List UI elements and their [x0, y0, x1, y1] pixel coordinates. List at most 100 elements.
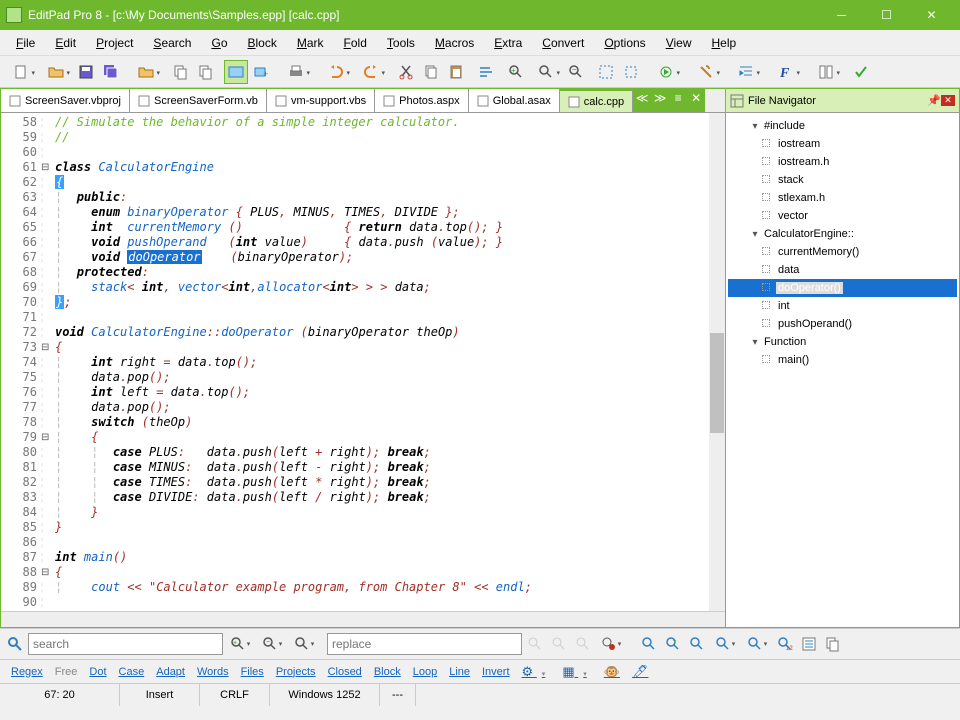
search-input[interactable]	[28, 633, 223, 655]
opt-adapt[interactable]: Adapt	[151, 664, 190, 680]
tree-item-iostream-h[interactable]: iostream.h	[728, 153, 957, 171]
undo-button[interactable]	[319, 60, 353, 84]
code-content[interactable]: // Simulate the behavior of a simple int…	[51, 113, 725, 611]
opt-regex[interactable]: Regex	[6, 664, 48, 680]
opt-invert[interactable]: Invert	[477, 664, 515, 680]
tab-screensaverform-vb[interactable]: ScreenSaverForm.vb	[130, 89, 267, 112]
open-project-button[interactable]	[129, 60, 163, 84]
tree-item-stlexam-h[interactable]: stlexam.h	[728, 189, 957, 207]
select-all-button[interactable]	[594, 60, 618, 84]
tree-item-pushoperand-[interactable]: pushOperand()	[728, 315, 957, 333]
print-button[interactable]	[279, 60, 313, 84]
tab-photos-aspx[interactable]: Photos.aspx	[375, 89, 469, 112]
search-icon[interactable]	[4, 633, 26, 655]
run-button[interactable]	[649, 60, 683, 84]
opt-words[interactable]: Words	[192, 664, 234, 680]
find-prev-button[interactable]: −	[257, 633, 287, 655]
minimize-button[interactable]: ─	[819, 1, 864, 29]
menu-edit[interactable]: Edit	[45, 33, 86, 53]
check-button[interactable]	[849, 60, 873, 84]
replace-prev-button[interactable]	[548, 633, 570, 655]
font-button[interactable]: F	[769, 60, 803, 84]
code-editor[interactable]: 5859606162636465666768697071727374757677…	[1, 113, 725, 611]
tree-item-main-[interactable]: main()	[728, 351, 957, 369]
tree-item-calculatorengine-[interactable]: ▾CalculatorEngine::	[728, 225, 957, 243]
find-next-button[interactable]: +	[225, 633, 255, 655]
menu-view[interactable]: View	[656, 33, 702, 53]
opt-line[interactable]: Line	[444, 664, 475, 680]
options-pen-icon[interactable]: 🖊	[627, 662, 654, 682]
opt-projects[interactable]: Projects	[271, 664, 321, 680]
tab-prev[interactable]: ≪	[633, 91, 651, 111]
new-tab-button[interactable]: +	[249, 60, 273, 84]
cut-button[interactable]	[394, 60, 418, 84]
menu-tools[interactable]: Tools	[377, 33, 425, 53]
highlight-button[interactable]	[638, 633, 660, 655]
open-file-button[interactable]	[39, 60, 73, 84]
vertical-scrollbar[interactable]	[709, 113, 725, 611]
replace-stop-button[interactable]	[596, 633, 626, 655]
indent-button[interactable]	[729, 60, 763, 84]
tree-item-vector[interactable]: vector	[728, 207, 957, 225]
tab-vm-support-vbs[interactable]: vm-support.vbs	[267, 89, 375, 112]
find-all-button[interactable]	[289, 633, 319, 655]
menu-block[interactable]: Block	[238, 33, 287, 53]
select-rect-button[interactable]	[619, 60, 643, 84]
tree-item-data[interactable]: data	[728, 261, 957, 279]
menu-search[interactable]: Search	[143, 33, 201, 53]
menu-project[interactable]: Project	[86, 33, 143, 53]
opt-loop[interactable]: Loop	[408, 664, 442, 680]
options-grid-icon[interactable]: ▦ ▾	[557, 662, 596, 682]
replace-input[interactable]	[327, 633, 522, 655]
copy-clip-button[interactable]	[419, 60, 443, 84]
tree-item-currentmemory-[interactable]: currentMemory()	[728, 243, 957, 261]
tree-item-stack[interactable]: stack	[728, 171, 957, 189]
tab-next[interactable]: ≫	[651, 91, 669, 111]
count-button[interactable]: +	[662, 633, 684, 655]
tools-button[interactable]	[689, 60, 723, 84]
menu-extra[interactable]: Extra	[484, 33, 532, 53]
close-button[interactable]: ✕	[909, 1, 954, 29]
paste-button[interactable]	[444, 60, 468, 84]
fold-button[interactable]	[686, 633, 708, 655]
history-button[interactable]	[742, 633, 772, 655]
word-wrap-button[interactable]	[474, 60, 498, 84]
list-button[interactable]	[798, 633, 820, 655]
opt-dot[interactable]: Dot	[84, 664, 111, 680]
tree-item-int[interactable]: int	[728, 297, 957, 315]
replace-next-button[interactable]	[524, 633, 546, 655]
replace-all-button[interactable]	[572, 633, 594, 655]
explorer-button[interactable]	[224, 60, 248, 84]
menu-options[interactable]: Options	[594, 33, 655, 53]
save-all-button[interactable]	[99, 60, 123, 84]
redo-button[interactable]	[354, 60, 388, 84]
file-navigator-tree[interactable]: ▾#includeiostreamiostream.hstackstlexam.…	[726, 113, 959, 627]
copy-button[interactable]	[169, 60, 193, 84]
options-gear-icon[interactable]: ⚙ ▾	[517, 662, 556, 682]
menu-mark[interactable]: Mark	[287, 33, 334, 53]
tree-item-dooperator-[interactable]: doOperator()	[728, 279, 957, 297]
line-ending[interactable]: CRLF	[200, 684, 270, 706]
tab-close[interactable]: ✕	[687, 91, 705, 111]
menu-fold[interactable]: Fold	[334, 33, 377, 53]
tree-item-iostream[interactable]: iostream	[728, 135, 957, 153]
opt-free[interactable]: Free	[50, 664, 83, 680]
tab-list[interactable]: ≡	[669, 91, 687, 111]
zoom-in-button[interactable]: +	[504, 60, 528, 84]
tab-global-asax[interactable]: Global.asax	[469, 89, 560, 112]
new-file-button[interactable]	[4, 60, 38, 84]
close-panel-icon[interactable]: ✕	[941, 95, 955, 106]
duplicate-button[interactable]	[194, 60, 218, 84]
opt-block[interactable]: Block	[369, 664, 406, 680]
menu-help[interactable]: Help	[702, 33, 747, 53]
zoom-out-button[interactable]: −	[564, 60, 588, 84]
opt-closed[interactable]: Closed	[323, 664, 367, 680]
menu-file[interactable]: File	[6, 33, 45, 53]
menu-macros[interactable]: Macros	[425, 33, 484, 53]
tab-screensaver-vbproj[interactable]: ScreenSaver.vbproj	[1, 89, 130, 112]
encoding[interactable]: Windows 1252	[270, 684, 380, 706]
zoom-reset-button[interactable]	[529, 60, 563, 84]
menu-convert[interactable]: Convert	[532, 33, 594, 53]
horizontal-scrollbar[interactable]	[1, 611, 725, 627]
save-button[interactable]	[74, 60, 98, 84]
